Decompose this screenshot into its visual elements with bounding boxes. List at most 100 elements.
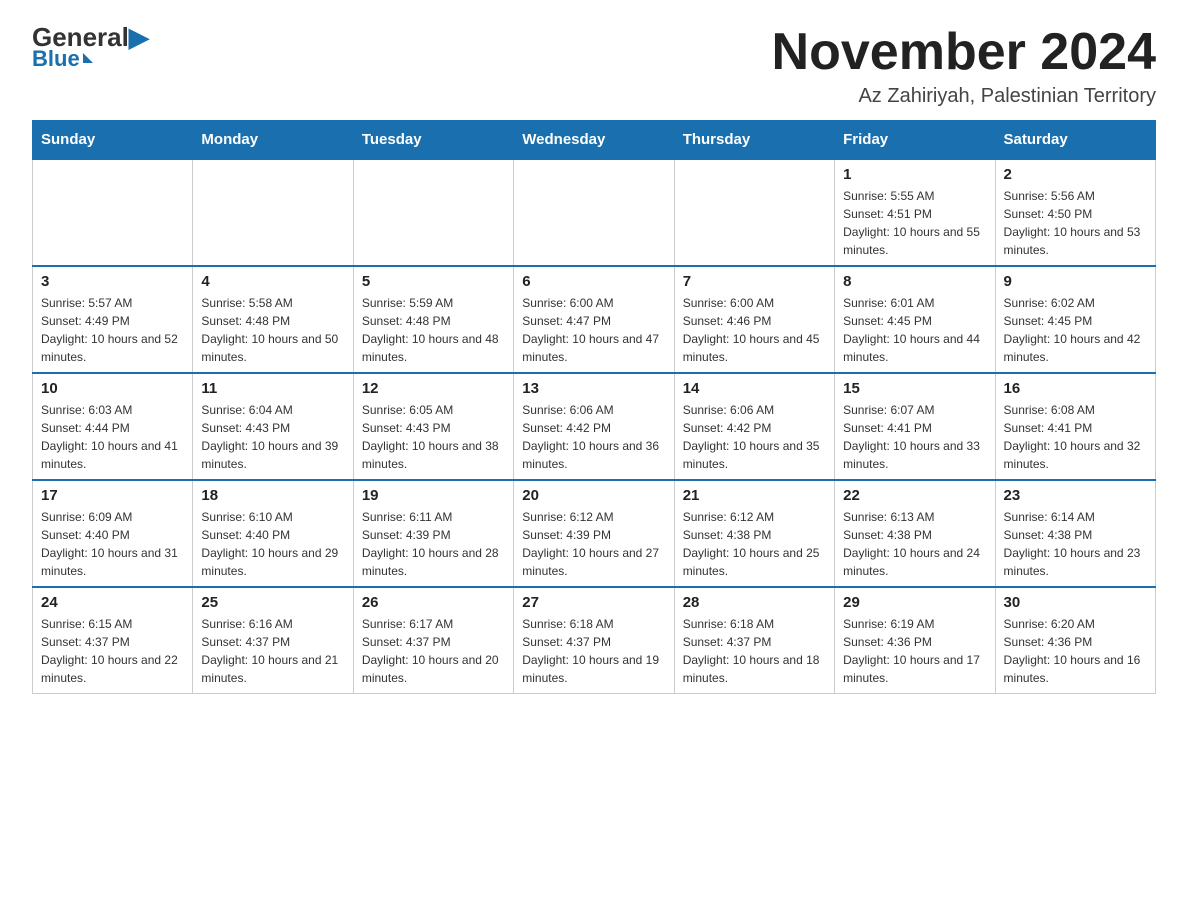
table-row: 16 Sunrise: 6:08 AMSunset: 4:41 PMDaylig… xyxy=(995,373,1155,480)
day-number: 8 xyxy=(843,273,986,290)
table-row: 20 Sunrise: 6:12 AMSunset: 4:39 PMDaylig… xyxy=(514,480,674,587)
table-row: 3 Sunrise: 5:57 AMSunset: 4:49 PMDayligh… xyxy=(33,266,193,373)
day-info: Sunrise: 6:13 AMSunset: 4:38 PMDaylight:… xyxy=(843,510,980,578)
calendar-week-4: 17 Sunrise: 6:09 AMSunset: 4:40 PMDaylig… xyxy=(33,480,1156,587)
col-thursday: Thursday xyxy=(674,121,834,160)
day-number: 23 xyxy=(1004,487,1147,504)
day-number: 6 xyxy=(522,273,665,290)
day-info: Sunrise: 5:56 AMSunset: 4:50 PMDaylight:… xyxy=(1004,189,1141,257)
table-row: 29 Sunrise: 6:19 AMSunset: 4:36 PMDaylig… xyxy=(835,587,995,694)
day-info: Sunrise: 6:12 AMSunset: 4:39 PMDaylight:… xyxy=(522,510,659,578)
table-row: 1 Sunrise: 5:55 AMSunset: 4:51 PMDayligh… xyxy=(835,159,995,266)
day-number: 12 xyxy=(362,380,505,397)
table-row xyxy=(674,159,834,266)
day-number: 4 xyxy=(201,273,344,290)
table-row: 19 Sunrise: 6:11 AMSunset: 4:39 PMDaylig… xyxy=(353,480,513,587)
col-friday: Friday xyxy=(835,121,995,160)
day-info: Sunrise: 6:20 AMSunset: 4:36 PMDaylight:… xyxy=(1004,617,1141,685)
day-info: Sunrise: 6:14 AMSunset: 4:38 PMDaylight:… xyxy=(1004,510,1141,578)
day-info: Sunrise: 6:11 AMSunset: 4:39 PMDaylight:… xyxy=(362,510,499,578)
logo-general-accent: ▶ xyxy=(129,22,149,52)
col-sunday: Sunday xyxy=(33,121,193,160)
table-row: 7 Sunrise: 6:00 AMSunset: 4:46 PMDayligh… xyxy=(674,266,834,373)
logo-triangle-icon xyxy=(83,53,93,63)
calendar-week-5: 24 Sunrise: 6:15 AMSunset: 4:37 PMDaylig… xyxy=(33,587,1156,694)
calendar-week-2: 3 Sunrise: 5:57 AMSunset: 4:49 PMDayligh… xyxy=(33,266,1156,373)
table-row: 28 Sunrise: 6:18 AMSunset: 4:37 PMDaylig… xyxy=(674,587,834,694)
day-number: 19 xyxy=(362,487,505,504)
table-row: 26 Sunrise: 6:17 AMSunset: 4:37 PMDaylig… xyxy=(353,587,513,694)
location-subtitle: Az Zahiriyah, Palestinian Territory xyxy=(772,85,1156,108)
day-number: 7 xyxy=(683,273,826,290)
table-row: 2 Sunrise: 5:56 AMSunset: 4:50 PMDayligh… xyxy=(995,159,1155,266)
day-info: Sunrise: 6:06 AMSunset: 4:42 PMDaylight:… xyxy=(683,403,820,471)
day-info: Sunrise: 5:55 AMSunset: 4:51 PMDaylight:… xyxy=(843,189,980,257)
calendar-week-1: 1 Sunrise: 5:55 AMSunset: 4:51 PMDayligh… xyxy=(33,159,1156,266)
table-row: 5 Sunrise: 5:59 AMSunset: 4:48 PMDayligh… xyxy=(353,266,513,373)
day-info: Sunrise: 6:15 AMSunset: 4:37 PMDaylight:… xyxy=(41,617,178,685)
day-info: Sunrise: 5:59 AMSunset: 4:48 PMDaylight:… xyxy=(362,296,499,364)
table-row xyxy=(193,159,353,266)
title-block: November 2024 Az Zahiriyah, Palestinian … xyxy=(772,24,1156,108)
day-number: 5 xyxy=(362,273,505,290)
day-number: 17 xyxy=(41,487,184,504)
calendar-week-3: 10 Sunrise: 6:03 AMSunset: 4:44 PMDaylig… xyxy=(33,373,1156,480)
day-number: 26 xyxy=(362,594,505,611)
table-row: 18 Sunrise: 6:10 AMSunset: 4:40 PMDaylig… xyxy=(193,480,353,587)
table-row: 21 Sunrise: 6:12 AMSunset: 4:38 PMDaylig… xyxy=(674,480,834,587)
col-monday: Monday xyxy=(193,121,353,160)
day-info: Sunrise: 6:18 AMSunset: 4:37 PMDaylight:… xyxy=(522,617,659,685)
page-header: General▶ Blue November 2024 Az Zahiriyah… xyxy=(32,24,1156,108)
day-number: 9 xyxy=(1004,273,1147,290)
day-info: Sunrise: 6:18 AMSunset: 4:37 PMDaylight:… xyxy=(683,617,820,685)
day-info: Sunrise: 6:07 AMSunset: 4:41 PMDaylight:… xyxy=(843,403,980,471)
day-info: Sunrise: 6:01 AMSunset: 4:45 PMDaylight:… xyxy=(843,296,980,364)
table-row: 6 Sunrise: 6:00 AMSunset: 4:47 PMDayligh… xyxy=(514,266,674,373)
table-row: 9 Sunrise: 6:02 AMSunset: 4:45 PMDayligh… xyxy=(995,266,1155,373)
day-info: Sunrise: 6:17 AMSunset: 4:37 PMDaylight:… xyxy=(362,617,499,685)
calendar-header-row: Sunday Monday Tuesday Wednesday Thursday… xyxy=(33,121,1156,160)
day-number: 25 xyxy=(201,594,344,611)
day-info: Sunrise: 6:08 AMSunset: 4:41 PMDaylight:… xyxy=(1004,403,1141,471)
col-tuesday: Tuesday xyxy=(353,121,513,160)
table-row: 10 Sunrise: 6:03 AMSunset: 4:44 PMDaylig… xyxy=(33,373,193,480)
day-number: 24 xyxy=(41,594,184,611)
day-info: Sunrise: 6:03 AMSunset: 4:44 PMDaylight:… xyxy=(41,403,178,471)
logo: General▶ Blue xyxy=(32,24,149,72)
col-saturday: Saturday xyxy=(995,121,1155,160)
table-row: 24 Sunrise: 6:15 AMSunset: 4:37 PMDaylig… xyxy=(33,587,193,694)
day-info: Sunrise: 6:19 AMSunset: 4:36 PMDaylight:… xyxy=(843,617,980,685)
day-number: 29 xyxy=(843,594,986,611)
day-info: Sunrise: 6:09 AMSunset: 4:40 PMDaylight:… xyxy=(41,510,178,578)
day-info: Sunrise: 6:00 AMSunset: 4:46 PMDaylight:… xyxy=(683,296,820,364)
table-row: 30 Sunrise: 6:20 AMSunset: 4:36 PMDaylig… xyxy=(995,587,1155,694)
table-row: 11 Sunrise: 6:04 AMSunset: 4:43 PMDaylig… xyxy=(193,373,353,480)
day-number: 15 xyxy=(843,380,986,397)
calendar-table: Sunday Monday Tuesday Wednesday Thursday… xyxy=(32,120,1156,694)
table-row: 15 Sunrise: 6:07 AMSunset: 4:41 PMDaylig… xyxy=(835,373,995,480)
day-number: 14 xyxy=(683,380,826,397)
day-number: 1 xyxy=(843,166,986,183)
month-title: November 2024 xyxy=(772,24,1156,81)
table-row: 12 Sunrise: 6:05 AMSunset: 4:43 PMDaylig… xyxy=(353,373,513,480)
table-row: 25 Sunrise: 6:16 AMSunset: 4:37 PMDaylig… xyxy=(193,587,353,694)
day-number: 13 xyxy=(522,380,665,397)
day-number: 20 xyxy=(522,487,665,504)
day-number: 28 xyxy=(683,594,826,611)
day-number: 30 xyxy=(1004,594,1147,611)
day-info: Sunrise: 6:06 AMSunset: 4:42 PMDaylight:… xyxy=(522,403,659,471)
day-info: Sunrise: 6:10 AMSunset: 4:40 PMDaylight:… xyxy=(201,510,338,578)
day-number: 16 xyxy=(1004,380,1147,397)
day-info: Sunrise: 6:12 AMSunset: 4:38 PMDaylight:… xyxy=(683,510,820,578)
table-row: 17 Sunrise: 6:09 AMSunset: 4:40 PMDaylig… xyxy=(33,480,193,587)
table-row: 8 Sunrise: 6:01 AMSunset: 4:45 PMDayligh… xyxy=(835,266,995,373)
col-wednesday: Wednesday xyxy=(514,121,674,160)
day-info: Sunrise: 6:16 AMSunset: 4:37 PMDaylight:… xyxy=(201,617,338,685)
table-row xyxy=(353,159,513,266)
day-number: 18 xyxy=(201,487,344,504)
day-info: Sunrise: 5:57 AMSunset: 4:49 PMDaylight:… xyxy=(41,296,178,364)
logo-blue-text: Blue xyxy=(32,46,93,72)
day-info: Sunrise: 6:02 AMSunset: 4:45 PMDaylight:… xyxy=(1004,296,1141,364)
day-number: 27 xyxy=(522,594,665,611)
day-number: 21 xyxy=(683,487,826,504)
